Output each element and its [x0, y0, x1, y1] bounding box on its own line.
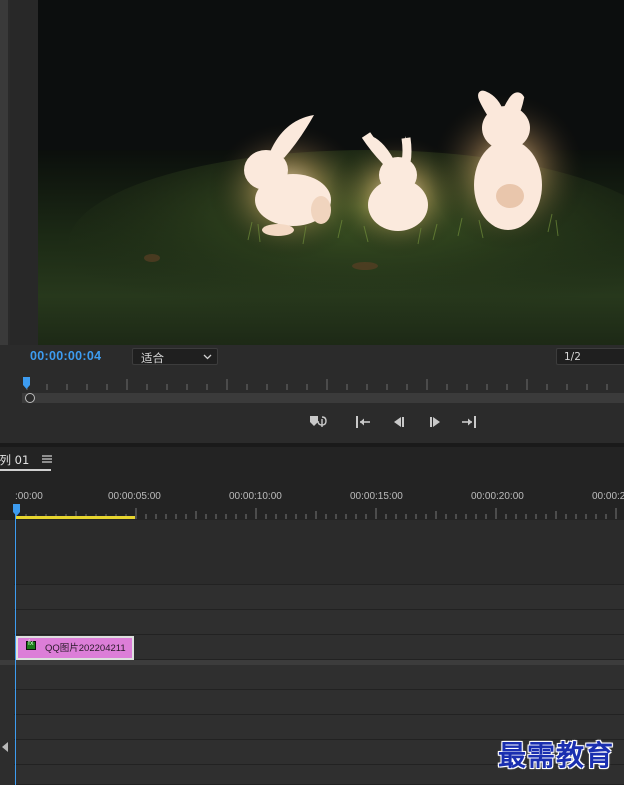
audio-track-a2[interactable] [14, 690, 624, 715]
video-track-v3[interactable] [14, 520, 624, 585]
timeline-playhead-icon[interactable] [13, 504, 20, 516]
collapse-left-icon[interactable] [1, 742, 9, 752]
ruler-label-15s: 00:00:15:00 [350, 491, 403, 502]
monitor-scrub-bar[interactable] [22, 393, 624, 403]
chevron-down-icon [203, 354, 212, 360]
watermark-text: 最需教育 [498, 739, 615, 772]
monitor-left-strip [0, 0, 8, 345]
go-to-in-button[interactable] [352, 412, 374, 432]
add-marker-button[interactable] [308, 412, 330, 432]
step-back-button[interactable] [388, 412, 410, 432]
monitor-time-ruler[interactable] [22, 376, 624, 392]
timeline-playhead-line[interactable] [15, 512, 16, 785]
ruler-label-10s: 00:00:10:00 [229, 491, 282, 502]
playhead-timecode[interactable]: 00:00:00:04 [30, 349, 101, 363]
fx-badge-icon: fx [26, 640, 36, 650]
tab-active-underline [0, 469, 51, 471]
audio-track-a1[interactable] [14, 665, 624, 690]
tab-sequence-01-label: 序列 01 [0, 453, 30, 467]
timeline-clip[interactable]: fx QQ图片202204211 [16, 636, 134, 660]
premiere-window: 00:00:00:04 适合 1/2 列 01:00:00 00:00:05:… [0, 0, 624, 785]
work-area-bar[interactable] [16, 516, 135, 519]
ruler-label-20s: 00:00:20:00 [471, 491, 524, 502]
step-forward-button[interactable] [424, 412, 446, 432]
go-to-in-icon [356, 416, 370, 428]
zoom-fit-select[interactable]: 适合 [132, 348, 218, 365]
monitor-playhead-icon[interactable] [23, 377, 30, 389]
add-marker-icon [310, 416, 327, 427]
video-track-v2[interactable] [14, 585, 624, 610]
video-preview-frame[interactable] [38, 0, 624, 345]
timeline-tab-strip [0, 447, 624, 472]
ruler-label-5s: 00:00:05:00 [108, 491, 161, 502]
preview-image [38, 0, 624, 345]
clip-name: QQ图片202204211 [45, 643, 126, 654]
scrub-handle[interactable] [25, 393, 35, 403]
playback-resolution-value: 1/2 [564, 351, 581, 363]
tab-sequence-01[interactable]: 序列 01 [0, 452, 29, 468]
step-back-icon [394, 417, 404, 427]
ruler-label-25s: 00:00:2 [592, 491, 624, 502]
go-to-out-icon [462, 416, 476, 428]
video-track-v1-upper[interactable] [14, 610, 624, 635]
go-to-out-button[interactable] [458, 412, 480, 432]
ruler-label-0: :00:00 [15, 491, 43, 502]
video-audio-divider[interactable] [0, 660, 624, 665]
step-forward-icon [430, 417, 440, 427]
playback-resolution-select[interactable]: 1/2 [556, 348, 624, 365]
clip-body: fx QQ图片202204211 [18, 638, 132, 658]
panel-menu-icon[interactable] [42, 454, 52, 464]
zoom-fit-value: 适合 [141, 351, 164, 365]
